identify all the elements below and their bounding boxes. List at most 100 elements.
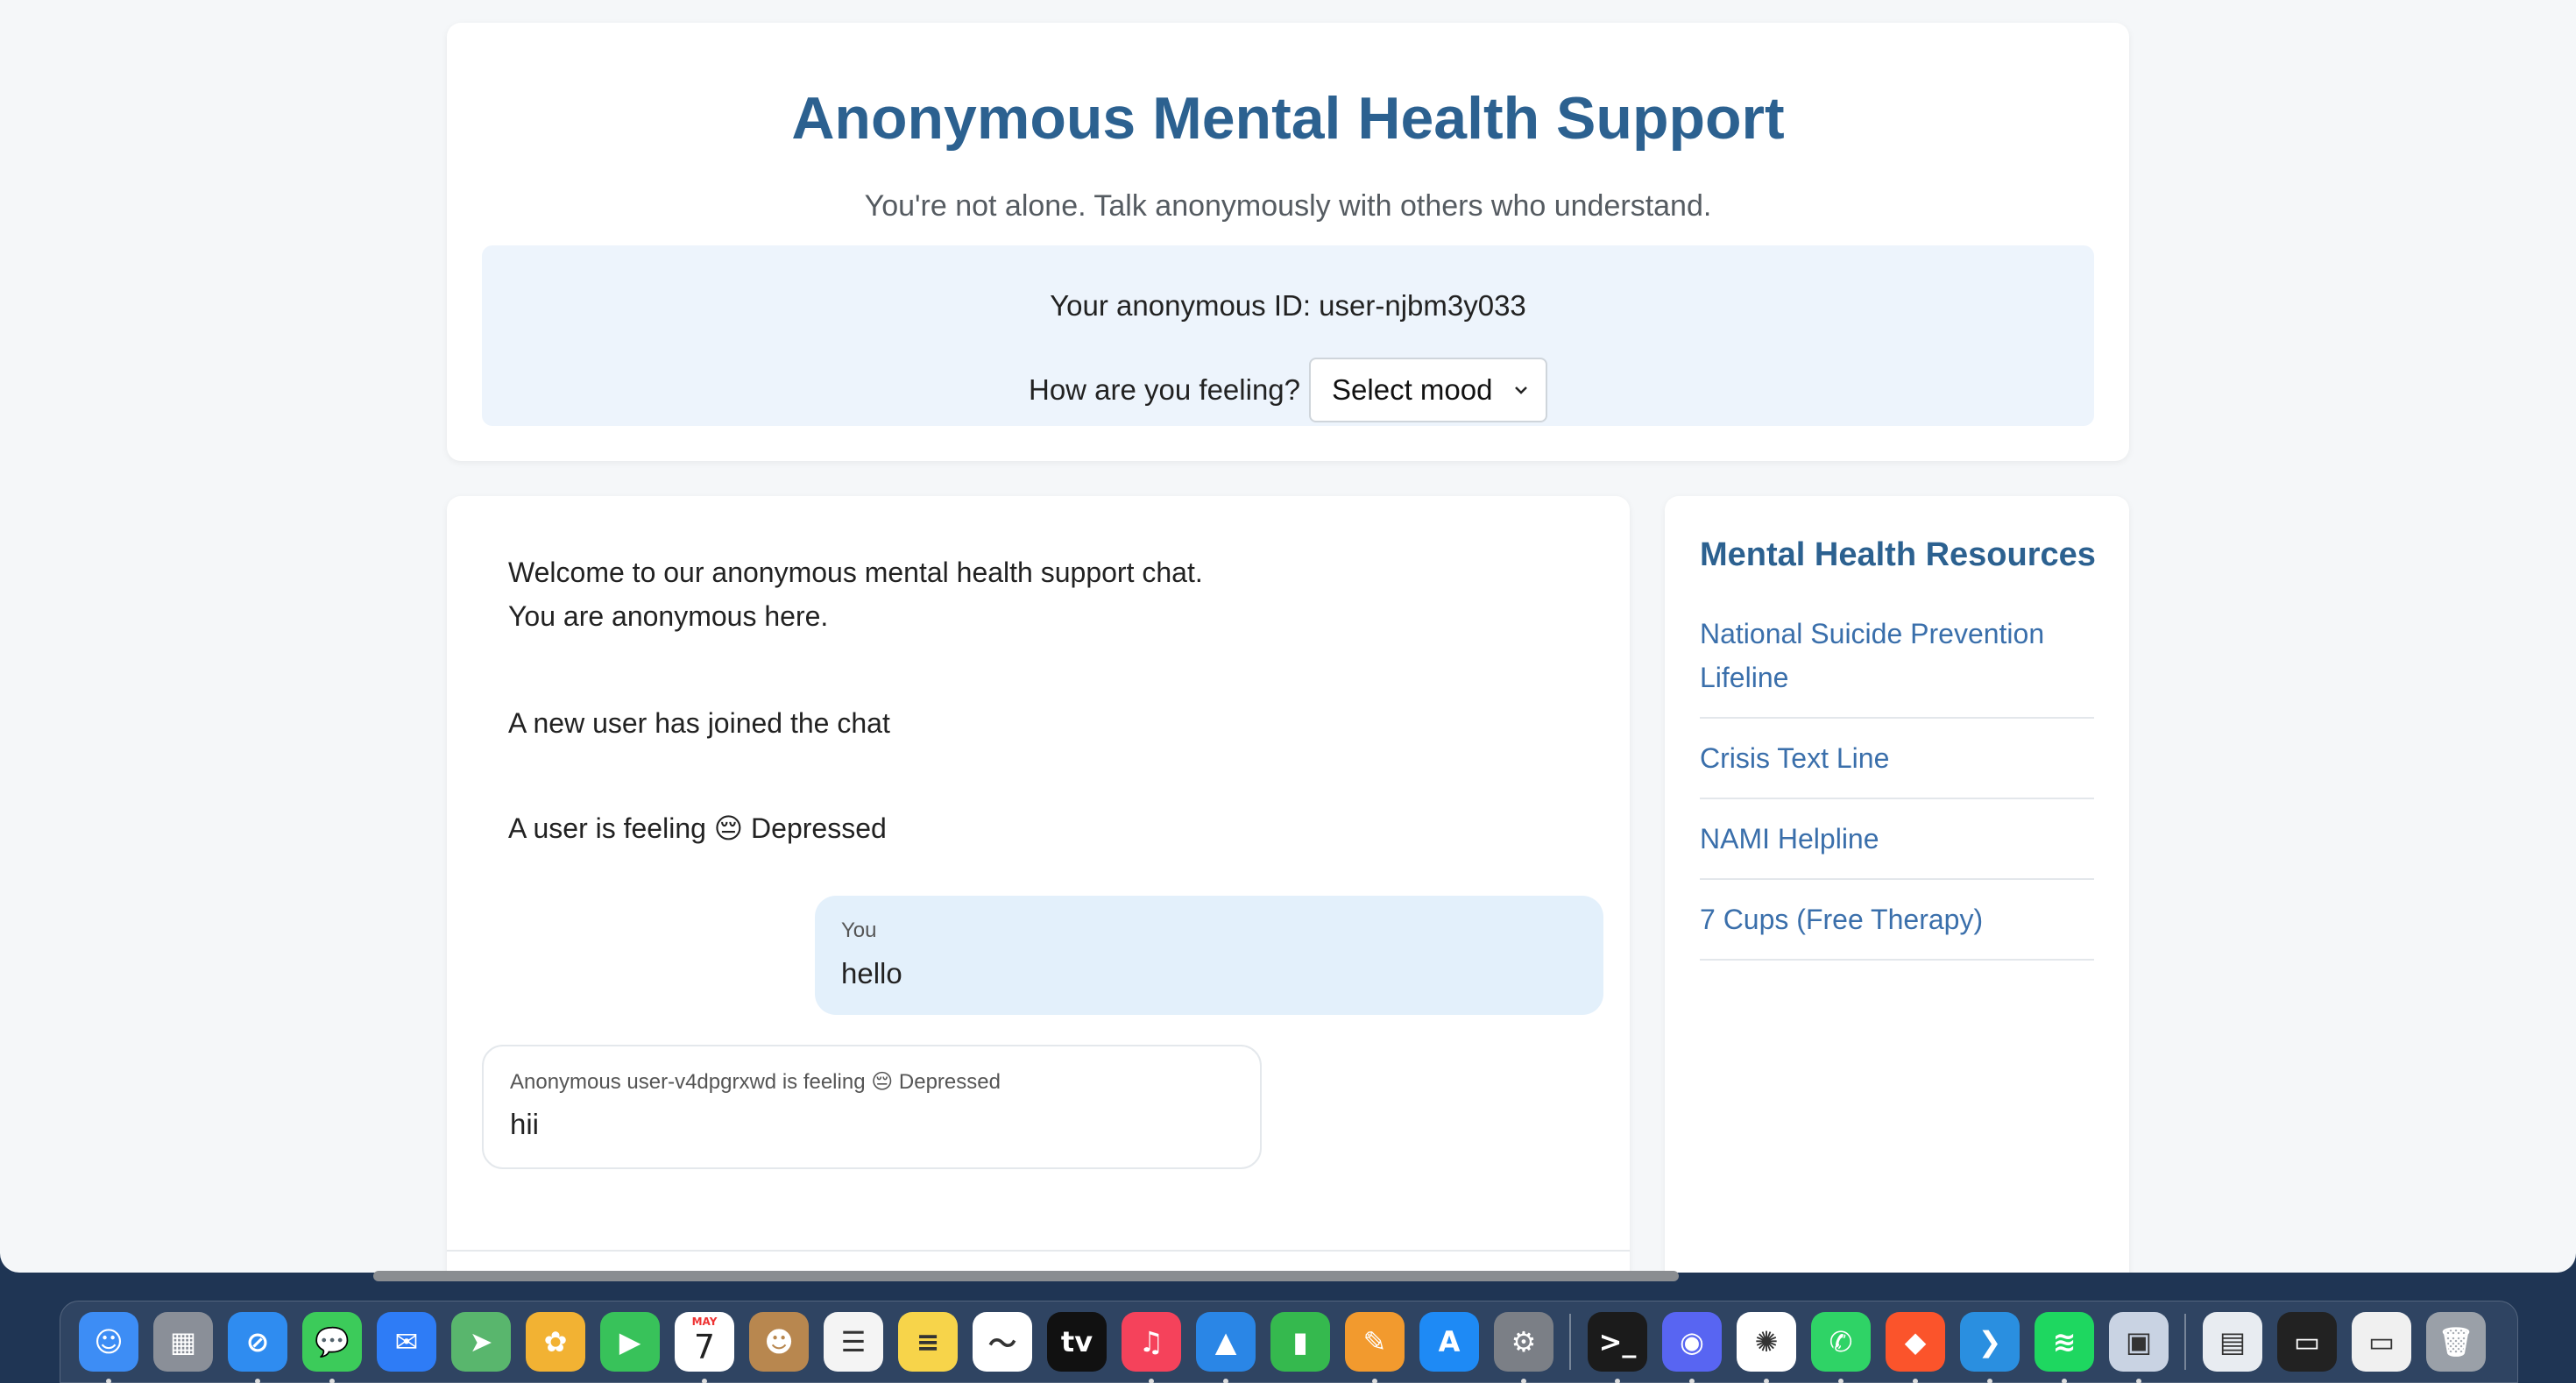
preview-glyph: ▣	[2125, 1325, 2153, 1358]
brave-glyph: ◆	[1904, 1325, 1927, 1358]
pages-icon[interactable]: ✎	[1345, 1312, 1405, 1383]
window-thumbnail-glyph: ▭	[2293, 1325, 2321, 1358]
resources-panel: Mental Health Resources National Suicide…	[1665, 496, 2129, 1273]
resource-link-lifeline[interactable]: National Suicide Prevention Lifeline	[1700, 601, 2094, 719]
discord-glyph: ◉	[1680, 1325, 1704, 1358]
running-indicator	[1689, 1379, 1695, 1383]
trash-glyph: 🗑	[2438, 1325, 2474, 1358]
running-indicator	[1913, 1379, 1918, 1383]
finder-glyph: ☺	[94, 1325, 124, 1358]
numbers-icon[interactable]: ▮	[1270, 1312, 1330, 1372]
whatsapp-glyph: ✆	[1829, 1325, 1853, 1358]
resource-link-nami[interactable]: NAMI Helpline	[1700, 799, 2094, 880]
calendar-day: 7	[693, 1328, 716, 1366]
terminal-icon[interactable]: >_	[1588, 1312, 1647, 1383]
facetime-glyph: ▶	[619, 1325, 641, 1358]
chatgpt-glyph: ✺	[1754, 1325, 1779, 1358]
document-icon[interactable]: ▤	[2203, 1312, 2262, 1372]
pages-glyph: ✎	[1362, 1325, 1387, 1358]
brave-icon[interactable]: ◆	[1886, 1312, 1945, 1383]
contacts-icon[interactable]: ☻	[749, 1312, 809, 1372]
running-indicator	[255, 1379, 260, 1383]
appstore-icon[interactable]: A	[1419, 1312, 1479, 1372]
music-icon[interactable]: ♫	[1122, 1312, 1181, 1383]
system-message: A user is feeling 😔 Depressed	[508, 812, 887, 844]
keynote-icon[interactable]: ▲	[1196, 1312, 1256, 1383]
chat-divider	[447, 1250, 1630, 1252]
running-indicator	[1615, 1379, 1620, 1383]
chevron-down-icon	[1515, 387, 1527, 394]
system-message: You are anonymous here.	[508, 600, 829, 632]
terminal-glyph: >_	[1598, 1325, 1637, 1358]
trash-icon[interactable]: 🗑	[2426, 1312, 2486, 1372]
whatsapp-icon[interactable]: ✆	[1811, 1312, 1871, 1383]
message-text: hello	[841, 957, 902, 989]
vscode-icon[interactable]: ❯	[1960, 1312, 2020, 1383]
calendar-icon[interactable]: MAY 7	[675, 1312, 734, 1383]
browser-page: Anonymous Mental Health Support You're n…	[0, 0, 2576, 1273]
page-subtitle: You're not alone. Talk anonymously with …	[864, 189, 1712, 223]
music-glyph: ♫	[1138, 1325, 1164, 1358]
system-message: Welcome to our anonymous mental health s…	[508, 557, 1203, 588]
maps-icon[interactable]: ➤	[451, 1312, 511, 1372]
running-indicator	[329, 1379, 335, 1383]
freeform-icon[interactable]: 〜	[973, 1312, 1032, 1372]
launchpad-icon[interactable]: ▦	[153, 1312, 213, 1372]
spotify-icon[interactable]: ≋	[2035, 1312, 2094, 1383]
preview-icon[interactable]: ▣	[2109, 1312, 2169, 1383]
system-message: A new user has joined the chat	[508, 707, 890, 739]
horizontal-scrollbar[interactable]	[373, 1271, 1679, 1281]
running-indicator	[2136, 1379, 2141, 1383]
anonymous-id-text: Your anonymous ID: user-njbm3y033	[1050, 289, 1526, 322]
dock-separator	[2184, 1314, 2186, 1370]
page-title: Anonymous Mental Health Support	[791, 85, 1785, 152]
window-thumbnail-2-glyph: ▭	[2367, 1325, 2396, 1358]
reminders-icon[interactable]: ☰	[824, 1312, 883, 1372]
resource-link-7cups[interactable]: 7 Cups (Free Therapy)	[1700, 880, 2094, 961]
resources-title: Mental Health Resources	[1700, 536, 2096, 573]
mood-select[interactable]: Select mood	[1309, 358, 1548, 422]
running-indicator	[106, 1379, 111, 1383]
running-indicator	[2062, 1379, 2067, 1383]
safari-icon[interactable]: ⊘	[228, 1312, 287, 1383]
chat-panel[interactable]: Welcome to our anonymous mental health s…	[447, 496, 1630, 1273]
message-sender: You	[841, 918, 877, 942]
running-indicator	[1521, 1379, 1526, 1383]
freeform-glyph: 〜	[987, 1327, 1016, 1360]
mood-label: How are you feeling?	[1028, 373, 1301, 406]
mail-icon[interactable]: ✉	[377, 1312, 436, 1372]
messages-glyph: 💬	[315, 1325, 350, 1358]
vscode-glyph: ❯	[1978, 1325, 2002, 1358]
window-thumbnail-2-icon[interactable]: ▭	[2352, 1312, 2411, 1372]
photos-icon[interactable]: ✿	[526, 1312, 585, 1372]
notes-icon[interactable]: ≡	[898, 1312, 958, 1372]
running-indicator	[1149, 1379, 1154, 1383]
resource-link-crisis-text[interactable]: Crisis Text Line	[1700, 719, 2094, 799]
chatgpt-icon[interactable]: ✺	[1737, 1312, 1796, 1383]
calendar-month: MAY	[691, 1316, 718, 1328]
running-indicator	[1838, 1379, 1844, 1383]
finder-icon[interactable]: ☺	[79, 1312, 138, 1383]
numbers-glyph: ▮	[1292, 1325, 1308, 1358]
launchpad-glyph: ▦	[169, 1325, 197, 1358]
running-indicator	[1987, 1379, 1992, 1383]
system-settings-icon[interactable]: ⚙	[1494, 1312, 1553, 1383]
maps-glyph: ➤	[469, 1325, 493, 1358]
system-settings-glyph: ⚙	[1511, 1325, 1537, 1358]
running-indicator	[1764, 1379, 1769, 1383]
reminders-glyph: ☰	[840, 1325, 867, 1358]
facetime-icon[interactable]: ▶	[600, 1312, 660, 1372]
keynote-glyph: ▲	[1214, 1325, 1237, 1358]
mood-row: How are you feeling? Select mood	[482, 358, 2094, 422]
safari-glyph: ⊘	[245, 1325, 270, 1358]
window-thumbnail-icon[interactable]: ▭	[2277, 1312, 2337, 1372]
messages-icon[interactable]: 💬	[302, 1312, 362, 1383]
message-text: hii	[510, 1108, 540, 1140]
appletv-icon[interactable]: tv	[1047, 1312, 1107, 1372]
discord-icon[interactable]: ◉	[1662, 1312, 1722, 1383]
header-card: Anonymous Mental Health Support You're n…	[447, 23, 2129, 461]
other-message-bubble: Anonymous user-v4dpgrxwd is feeling 😔 De…	[482, 1045, 1262, 1169]
notes-glyph: ≡	[916, 1325, 940, 1358]
message-sender: Anonymous user-v4dpgrxwd is feeling 😔 De…	[510, 1070, 1001, 1094]
dock-separator	[1569, 1314, 1571, 1370]
